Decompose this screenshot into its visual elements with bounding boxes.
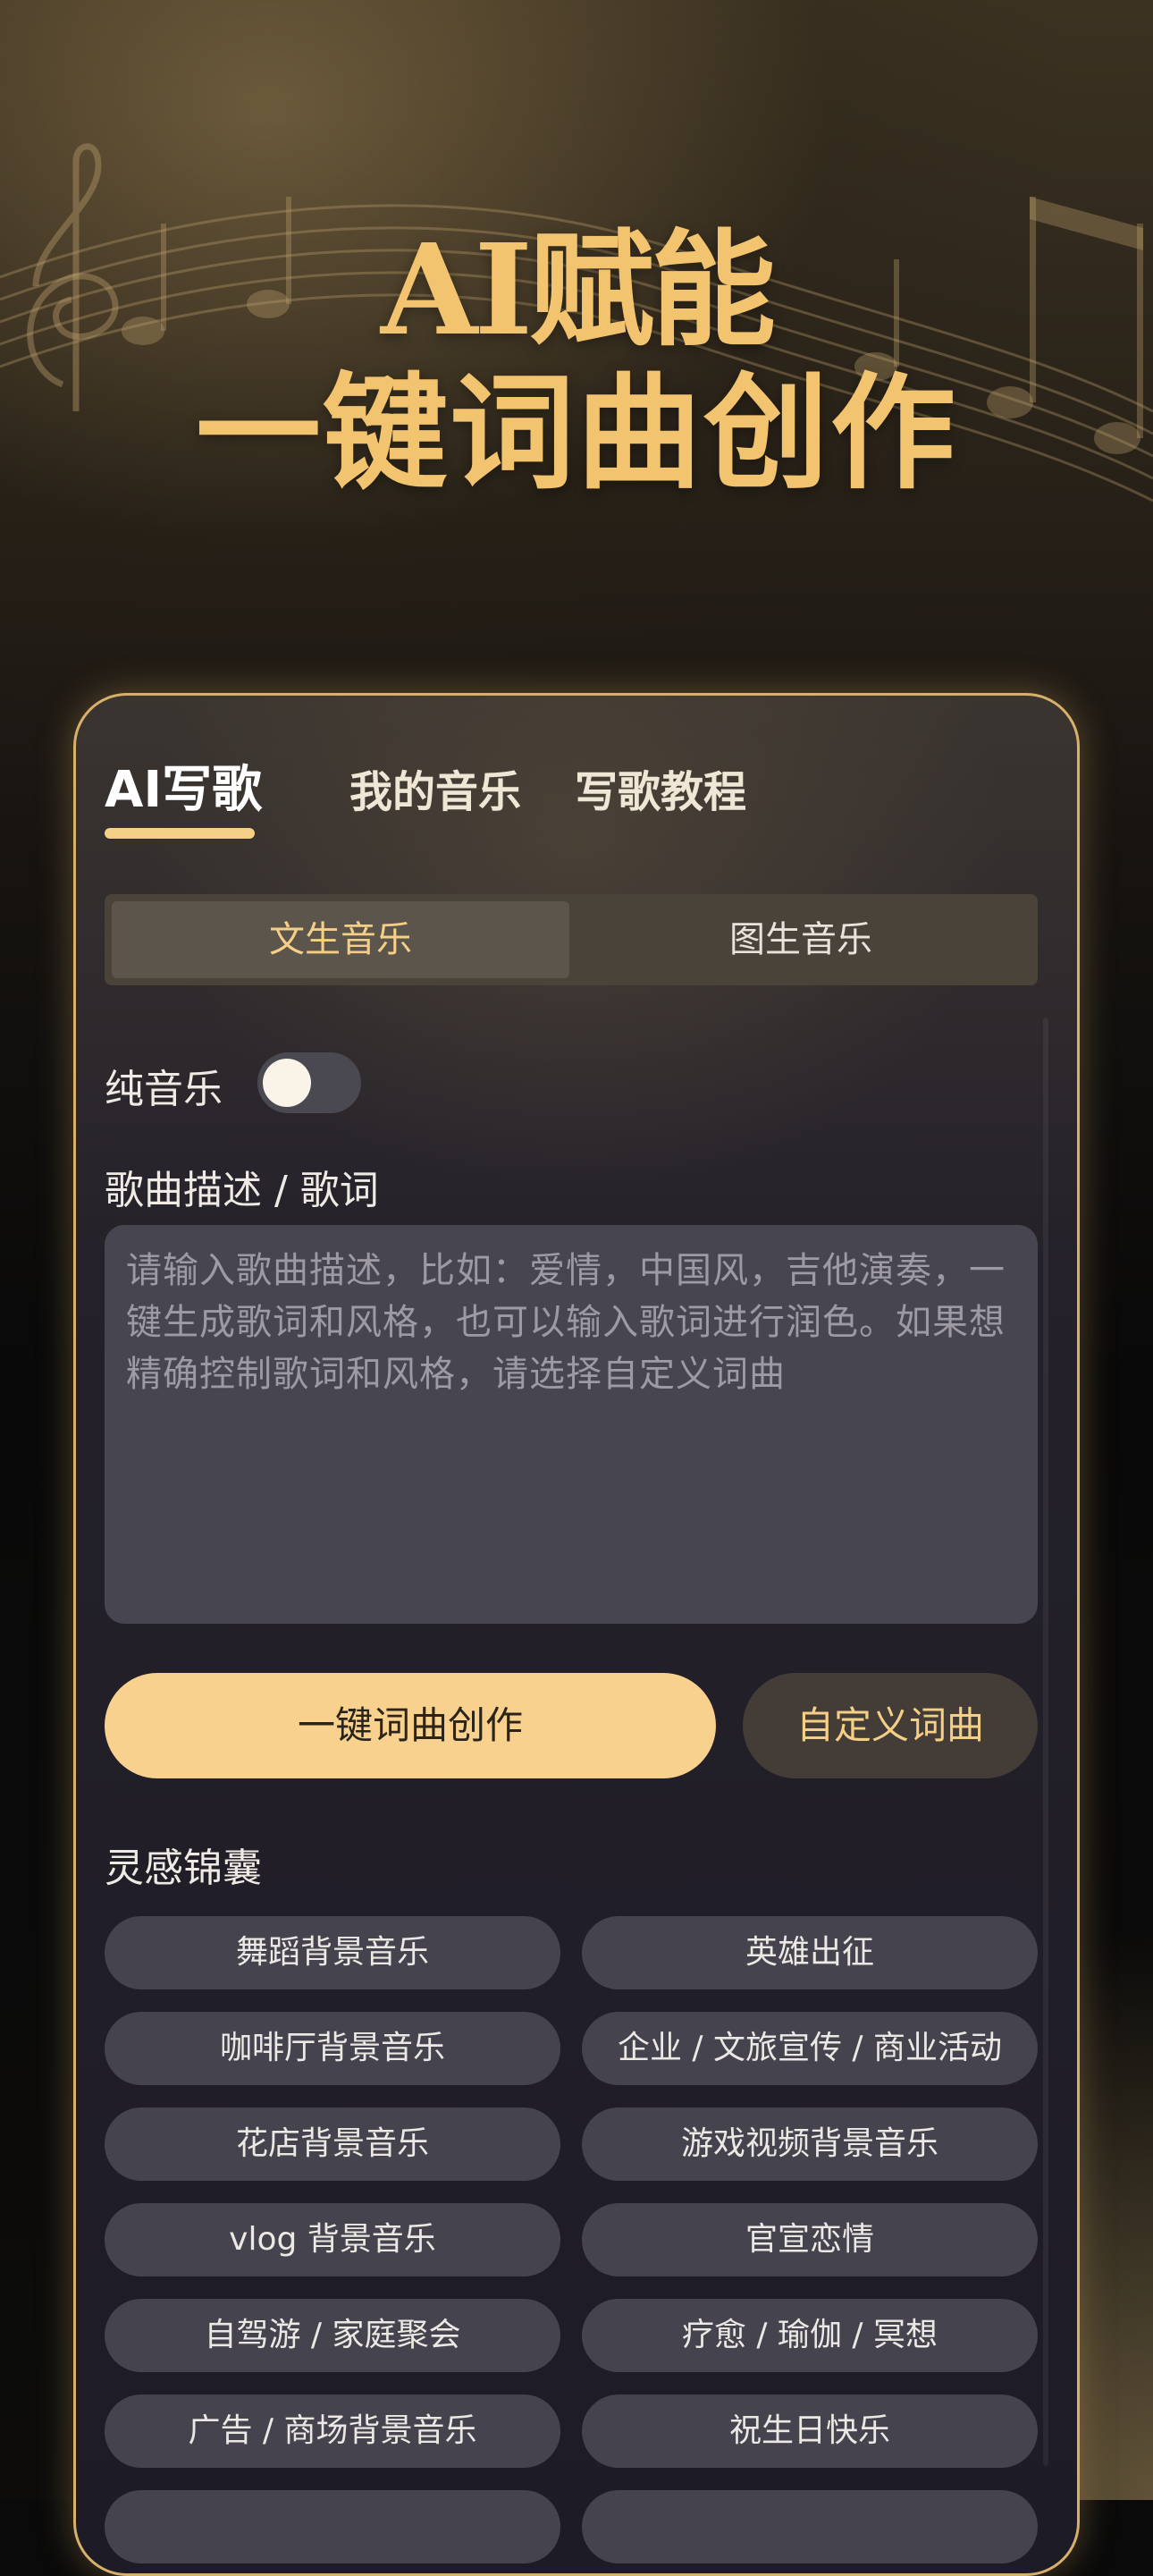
hero-title-line1: AI赋能 [380,217,776,364]
pure-music-toggle[interactable] [257,1052,361,1113]
segment-text-to-music[interactable]: 文生音乐 [112,901,569,978]
inspiration-chip[interactable]: 广告 / 商场背景音乐 [105,2394,560,2468]
inspiration-chip[interactable]: 游戏视频背景音乐 [582,2107,1038,2181]
custom-lyrics-button[interactable]: 自定义词曲 [743,1673,1038,1778]
inspiration-chip[interactable]: 自驾游 / 家庭聚会 [105,2299,560,2372]
inspiration-chip[interactable]: 疗愈 / 瑜伽 / 冥想 [582,2299,1038,2372]
active-tab-indicator [105,828,255,839]
pure-music-label: 纯音乐 [105,1067,223,1112]
inspiration-chip-partial[interactable] [105,2490,560,2563]
segment-image-to-music[interactable]: 图生音乐 [571,901,1031,978]
inspiration-chip[interactable]: 舞蹈背景音乐 [105,1916,560,1989]
inspiration-chip[interactable]: 祝生日快乐 [582,2394,1038,2468]
song-description-placeholder: 请输入歌曲描述，比如：爱情，中国风，吉他演奏，一键生成歌词和风格，也可以输入歌词… [126,1250,1006,1395]
create-song-button[interactable]: 一键词曲创作 [105,1673,716,1778]
tab-tutorial[interactable]: 写歌教程 [575,756,746,819]
description-label: 歌曲描述 / 歌词 [105,1168,379,1213]
inspiration-chip[interactable]: vlog 背景音乐 [105,2203,560,2276]
toggle-knob [263,1059,311,1107]
tab-my-music[interactable]: 我的音乐 [349,756,521,819]
inspiration-title: 灵感锦囊 [105,1845,262,1891]
inspiration-chip[interactable]: 英雄出征 [582,1916,1038,1989]
song-creation-card: AI写歌 我的音乐 写歌教程 文生音乐 图生音乐 纯音乐 歌曲描述 / 歌词 请… [73,693,1080,2576]
song-description-input[interactable]: 请输入歌曲描述，比如：爱情，中国风，吉他演奏，一键生成歌词和风格，也可以输入歌词… [105,1225,1038,1624]
inspiration-chip[interactable]: 官宣恋情 [582,2203,1038,2276]
inspiration-chip[interactable]: 咖啡厅背景音乐 [105,2012,560,2085]
inspiration-chip[interactable]: 企业 / 文旅宣传 / 商业活动 [582,2012,1038,2085]
scrollbar[interactable] [1043,1018,1048,2466]
tab-ai-write-song[interactable]: AI写歌 [105,749,262,822]
inspiration-chip[interactable]: 花店背景音乐 [105,2107,560,2181]
inspiration-chip-partial[interactable] [582,2490,1038,2563]
generation-mode-segment: 文生音乐 图生音乐 [105,894,1038,985]
hero-title-line2: 一键词曲创作 [195,360,957,507]
